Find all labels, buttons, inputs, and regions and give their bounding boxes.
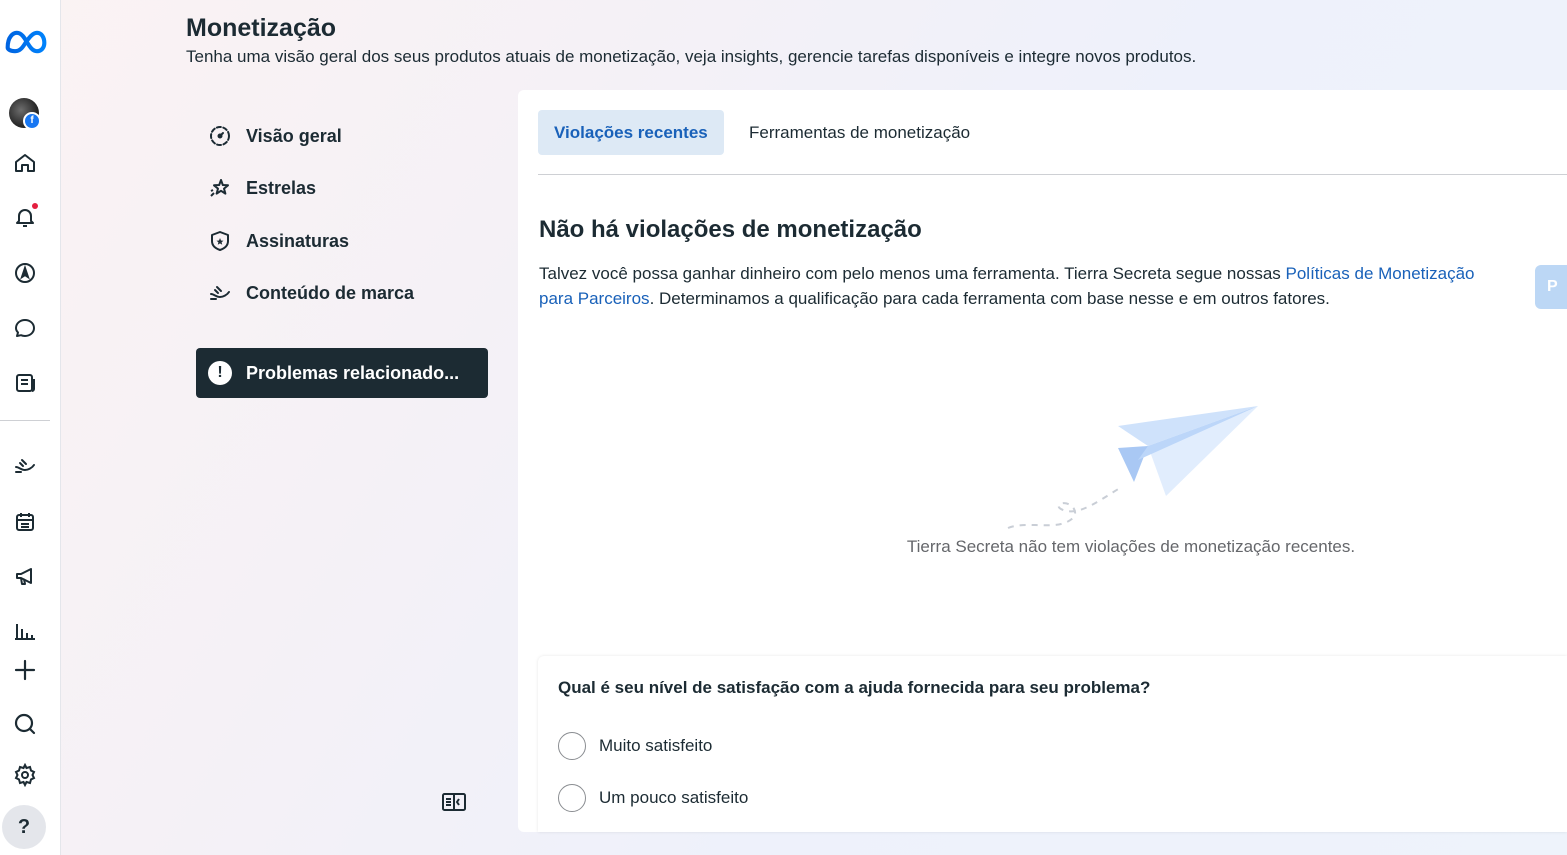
cut-off-button[interactable]: P bbox=[1535, 265, 1567, 309]
shield-icon bbox=[206, 227, 234, 255]
nav-item-label: Estrelas bbox=[246, 177, 317, 198]
tab-divider bbox=[538, 174, 1567, 175]
news-icon[interactable] bbox=[12, 370, 38, 396]
nav-item-label: Conteúdo de marca bbox=[246, 282, 415, 303]
nav-item-visao-geral[interactable]: Visão geral bbox=[206, 120, 342, 152]
compass-icon[interactable] bbox=[12, 260, 38, 286]
page-title: Monetização bbox=[186, 14, 337, 42]
help-button[interactable]: ? bbox=[2, 805, 46, 849]
nav-item-estrelas[interactable]: Estrelas bbox=[206, 172, 316, 204]
section-description: Talvez você possa ganhar dinheiro com pe… bbox=[539, 261, 1479, 311]
megaphone-icon[interactable] bbox=[12, 563, 38, 589]
search-icon[interactable] bbox=[12, 711, 38, 737]
nav-item-assinaturas[interactable]: Assinaturas bbox=[206, 225, 349, 257]
monetization-icon[interactable] bbox=[12, 453, 38, 479]
radio-button[interactable] bbox=[558, 784, 586, 812]
tab-violacoes-recentes[interactable]: Violações recentes bbox=[538, 110, 724, 155]
description-text-after: . Determinamos a qualificação para cada … bbox=[649, 289, 1330, 308]
notification-dot bbox=[32, 203, 38, 209]
left-rail: f ? bbox=[0, 0, 61, 855]
gear-icon[interactable] bbox=[12, 762, 38, 788]
profile-avatar[interactable]: f bbox=[9, 98, 41, 130]
facebook-badge-icon: f bbox=[23, 112, 41, 130]
survey-option-label: Um pouco satisfeito bbox=[599, 788, 749, 807]
survey-question: Qual é seu nível de satisfação com a aju… bbox=[558, 678, 1151, 697]
satisfaction-survey: Qual é seu nível de satisfação com a aju… bbox=[538, 656, 1567, 832]
warning-icon: ! bbox=[208, 361, 232, 385]
page-subtitle: Tenha uma visão geral dos seus produtos … bbox=[186, 47, 1197, 66]
home-icon[interactable] bbox=[12, 150, 38, 176]
paper-plane-icon bbox=[998, 400, 1268, 535]
meta-logo-icon[interactable] bbox=[4, 28, 48, 56]
insights-icon[interactable] bbox=[12, 618, 38, 644]
nav-item-label: Problemas relacionado... bbox=[246, 362, 460, 383]
calendar-icon[interactable] bbox=[12, 509, 38, 535]
tab-ferramentas-de-monetizacao[interactable]: Ferramentas de monetização bbox=[733, 110, 986, 155]
empty-state-text: Tierra Secreta não tem violações de mone… bbox=[906, 537, 1356, 556]
gauge-icon bbox=[206, 122, 234, 150]
nav-item-label: Visão geral bbox=[246, 125, 342, 146]
survey-option-um-pouco-satisfeito[interactable]: Um pouco satisfeito bbox=[558, 783, 748, 813]
nav-item-problemas-relacionados[interactable]: ! Problemas relacionado... bbox=[196, 348, 488, 398]
rail-divider bbox=[0, 420, 50, 421]
stars-icon bbox=[206, 174, 234, 202]
collapse-sidebar-icon[interactable] bbox=[441, 790, 467, 814]
handshake-icon bbox=[206, 279, 234, 307]
survey-option-label: Muito satisfeito bbox=[599, 736, 713, 755]
nav-item-conteudo-de-marca[interactable]: Conteúdo de marca bbox=[206, 277, 414, 309]
survey-option-muito-satisfeito[interactable]: Muito satisfeito bbox=[558, 731, 712, 761]
plus-icon[interactable] bbox=[12, 657, 38, 683]
section-title: Não há violações de monetização bbox=[539, 216, 922, 243]
description-text-before: Talvez você possa ganhar dinheiro com pe… bbox=[539, 264, 1286, 283]
nav-item-label: Assinaturas bbox=[246, 230, 350, 251]
radio-button[interactable] bbox=[558, 732, 586, 760]
chat-bubble-icon[interactable] bbox=[12, 315, 38, 341]
